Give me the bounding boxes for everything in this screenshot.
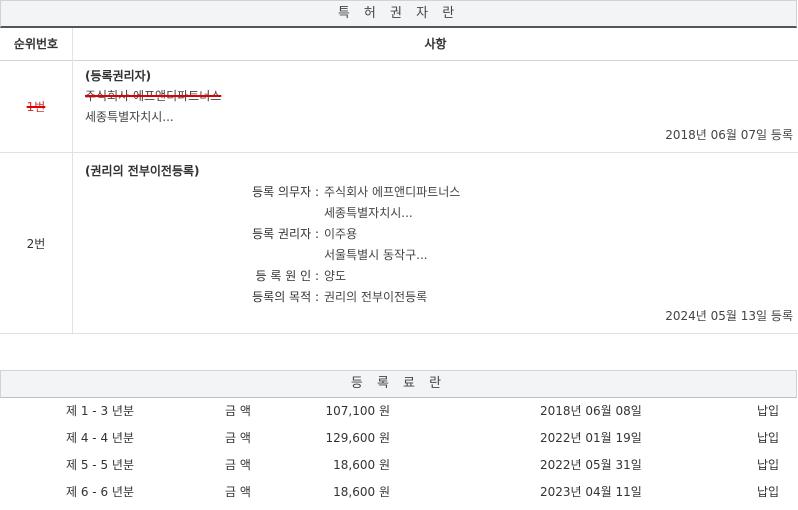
entry-heading: (등록권리자) [85, 69, 152, 83]
fee-year-range: 제 4 - 4 년분 [66, 431, 134, 445]
obligor-label: 등록 의무자 : [252, 185, 319, 199]
fee-row: 제 4 - 4 년분 금 액 129,600 원 2022년 01월 19일 납… [0, 425, 798, 452]
obligor-value: 주식회사 에프앤디파트너스 [324, 185, 461, 199]
fee-year-range: 제 5 - 5 년분 [66, 458, 134, 472]
fee-year-range: 제 1 - 3 년분 [66, 404, 134, 418]
fee-row: 제 6 - 6 년분 금 액 18,600 원 2023년 04월 11일 납입 [0, 479, 798, 506]
purpose-value: 권리의 전부이전등록 [324, 290, 428, 304]
entry-holder-address: 세종특별자치시... [85, 110, 174, 124]
amount-label: 금 액 [225, 458, 251, 472]
amount-label: 금 액 [225, 431, 251, 445]
cause-value: 양도 [324, 269, 347, 283]
fee-amount: 18,600 원 [333, 458, 390, 472]
payment-status: 납입 [757, 431, 780, 445]
entry-detail-cell: (권리의 전부이전등록) 등록 의무자 : 주식회사 에프앤디파트너스 세종특별… [73, 153, 798, 333]
amount-label: 금 액 [225, 485, 251, 499]
payment-date: 2023년 04월 11일 [540, 485, 642, 499]
fee-amount: 18,600 원 [333, 485, 390, 499]
payment-date: 2018년 06월 08일 [540, 404, 642, 418]
rank-cell: 2번 [0, 153, 73, 333]
rank-cell: 1번 [0, 60, 73, 152]
rank-number: 1번 [26, 99, 46, 114]
registration-date: 2024년 05월 13일 등록 [665, 309, 793, 323]
fee-row: 제 5 - 5 년분 금 액 18,600 원 2022년 05월 31일 납입 [0, 452, 798, 479]
entry-holder-name: 주식회사 에프앤디파트너스 [85, 89, 222, 103]
item-column-header: 사항 [73, 28, 798, 61]
purpose-label: 등록의 목적 : [252, 290, 319, 304]
payment-date: 2022년 01월 19일 [540, 431, 642, 445]
fee-row: 제 1 - 3 년분 금 액 107,100 원 2018년 06월 08일 납… [0, 398, 798, 425]
entry-detail-cell: (등록권리자) 주식회사 에프앤디파트너스 세종특별자치시... 2018년 0… [73, 60, 798, 152]
fee-amount: 107,100 원 [325, 404, 390, 418]
fee-amount: 129,600 원 [325, 431, 390, 445]
right-holder-address: 서울특별시 동작구... [324, 248, 428, 262]
fee-year-range: 제 6 - 6 년분 [66, 485, 134, 499]
rank-number: 2번 [26, 236, 46, 251]
obligor-address: 세종특별자치시... [324, 206, 413, 220]
entry-heading: (권리의 전부이전등록) [85, 164, 200, 178]
amount-label: 금 액 [225, 404, 251, 418]
patent-holder-section-title: 특 허 권 자 란 [0, 0, 797, 28]
patent-entry-row: 2번 (권리의 전부이전등록) 등록 의무자 : 주식회사 에프앤디파트너스 세… [0, 153, 798, 334]
payment-status: 납입 [757, 458, 780, 472]
payment-status: 납입 [757, 404, 780, 418]
payment-status: 납입 [757, 485, 780, 499]
patent-entry-row: 1번 (등록권리자) 주식회사 에프앤디파트너스 세종특별자치시... 2018… [0, 60, 798, 153]
payment-date: 2022년 05월 31일 [540, 458, 642, 472]
registration-fee-section-title: 등 록 료 란 [0, 370, 797, 398]
right-holder-label: 등록 권리자 : [252, 227, 319, 241]
right-holder-value: 이주용 [324, 227, 358, 241]
registration-date: 2018년 06월 07일 등록 [665, 128, 793, 142]
cause-label: 등 록 원 인 : [255, 269, 319, 283]
rank-column-header: 순위번호 [0, 28, 73, 61]
